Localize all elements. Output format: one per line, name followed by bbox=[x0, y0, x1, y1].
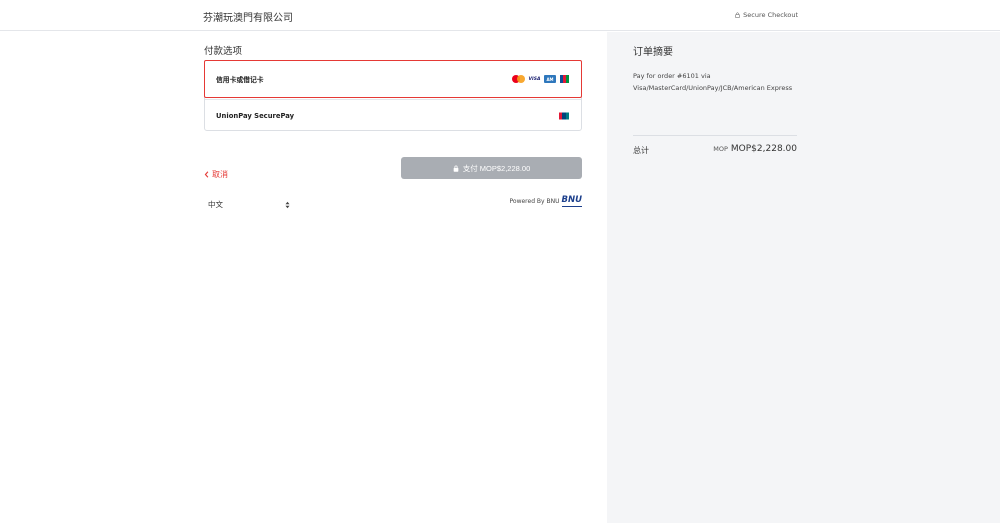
sort-arrows-icon bbox=[285, 201, 290, 208]
total-currency: MOP bbox=[713, 145, 728, 153]
pay-button-label: 支付 MOP$2,228.00 bbox=[462, 163, 531, 173]
payment-options-list: 信用卡或借记卡 VISA AM UnionPay SecurePay bbox=[204, 60, 582, 131]
summary-divider bbox=[633, 135, 797, 136]
bnu-logo: BNU bbox=[561, 195, 582, 207]
mastercard-icon bbox=[512, 75, 525, 83]
order-description: Pay for order #6101 via Visa/MasterCard/… bbox=[633, 72, 793, 92]
language-value: 中文 bbox=[208, 200, 223, 209]
language-select[interactable]: 中文 bbox=[208, 199, 290, 210]
unionpay-icon bbox=[559, 112, 569, 119]
total-label: 总计 bbox=[633, 146, 649, 155]
secure-checkout-badge: Secure Checkout bbox=[735, 11, 798, 19]
payment-option-card-label: 信用卡或借记卡 bbox=[216, 76, 264, 84]
order-summary-title: 订单摘要 bbox=[633, 47, 673, 58]
amex-icon: AM bbox=[544, 75, 556, 83]
chevron-left-icon bbox=[204, 171, 209, 178]
payment-options-title: 付款选项 bbox=[204, 46, 243, 57]
secure-checkout-label: Secure Checkout bbox=[743, 11, 798, 19]
pay-button[interactable]: 支付 MOP$2,228.00 bbox=[401, 157, 582, 179]
order-summary-panel bbox=[607, 32, 1000, 523]
total-amount: MOP MOP$2,228.00 bbox=[713, 144, 797, 154]
payment-option-unionpay[interactable]: UnionPay SecurePay bbox=[205, 99, 581, 131]
lock-icon bbox=[735, 12, 740, 18]
total-value: MOP$2,228.00 bbox=[730, 144, 797, 154]
payment-option-card[interactable]: 信用卡或借记卡 VISA AM bbox=[204, 60, 582, 98]
jcb-icon bbox=[559, 75, 569, 83]
powered-by-label: Powered By BNU bbox=[509, 197, 560, 205]
store-name: 芬潮玩澳門有限公司 bbox=[203, 13, 293, 24]
card-brand-icons: VISA AM bbox=[512, 75, 569, 83]
cancel-link[interactable]: 取消 bbox=[204, 169, 228, 180]
lock-icon bbox=[453, 165, 459, 172]
cancel-label: 取消 bbox=[212, 170, 228, 179]
payment-option-unionpay-label: UnionPay SecurePay bbox=[216, 111, 295, 120]
top-bar: 芬潮玩澳門有限公司 Secure Checkout bbox=[0, 0, 1000, 31]
visa-icon: VISA bbox=[528, 76, 541, 82]
powered-by: Powered By BNU BNU bbox=[509, 195, 582, 207]
